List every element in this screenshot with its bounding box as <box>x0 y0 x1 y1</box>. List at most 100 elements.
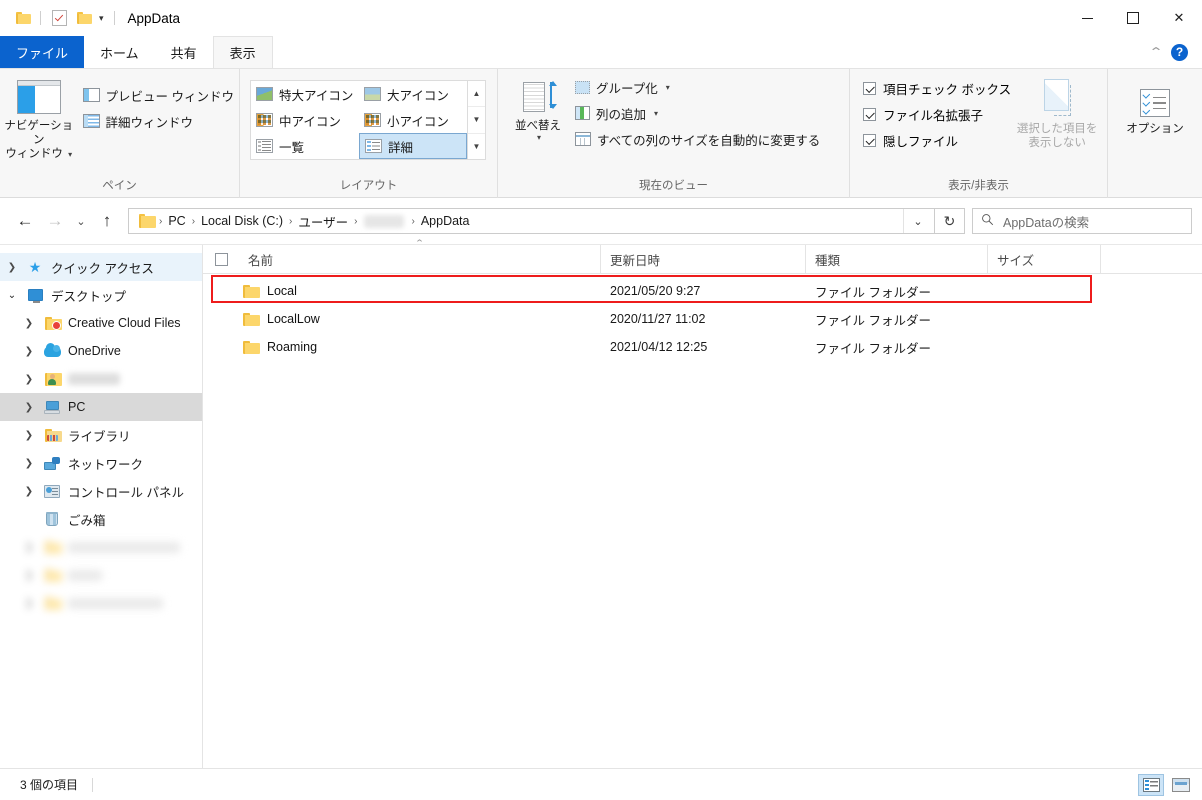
scroll-more-icon[interactable]: ▼ <box>468 132 485 159</box>
column-header-name[interactable]: ⌃ 名前 <box>239 238 601 273</box>
chevron-down-icon[interactable]: ▾ <box>95 13 108 23</box>
column-header-label: 更新日時 <box>610 253 661 268</box>
back-button[interactable]: ← <box>10 206 40 236</box>
layout-small-icons[interactable]: 小アイコン <box>359 107 467 133</box>
sidebar-item-libraries[interactable]: ❯ ライブラリ <box>0 421 202 449</box>
new-folder-icon[interactable] <box>71 7 95 29</box>
chevron-right-icon[interactable]: ❯ <box>17 458 41 469</box>
scroll-up-icon[interactable]: ▲ <box>468 81 485 106</box>
column-header-type[interactable]: 種類 <box>806 245 988 273</box>
layout-list[interactable]: 一覧 <box>251 133 359 159</box>
table-row[interactable]: Local 2021/05/20 9:27 ファイル フォルダー <box>203 277 1202 305</box>
sidebar-item-redacted-1[interactable]: ❯ <box>0 533 202 561</box>
help-icon[interactable]: ? <box>1171 43 1188 61</box>
options-button[interactable]: オプション <box>1112 85 1198 136</box>
search-box[interactable]: AppDataの検索 <box>972 208 1192 234</box>
minimize-button[interactable] <box>1064 0 1110 36</box>
details-view-button[interactable] <box>1138 773 1164 796</box>
checkbox-icon[interactable] <box>214 252 228 266</box>
breadcrumb-item-appdata[interactable]: AppData <box>416 214 475 228</box>
sidebar-item-onedrive[interactable]: ❯ OneDrive <box>0 337 202 365</box>
details-pane-button[interactable]: 詳細ウィンドウ <box>78 108 239 134</box>
tab-view[interactable]: 表示 <box>212 36 273 68</box>
sidebar-item-quick-access[interactable]: ❯ ★ クイック アクセス <box>0 253 202 281</box>
sidebar-item-network[interactable]: ❯ ネットワーク <box>0 449 202 477</box>
up-button[interactable]: ↑ <box>92 206 122 236</box>
table-row[interactable]: LocalLow 2020/11/27 11:02 ファイル フォルダー <box>203 305 1202 333</box>
chevron-right-icon[interactable]: ❯ <box>17 486 41 497</box>
chevron-right-icon: ❯ <box>24 569 34 581</box>
tab-home[interactable]: ホーム <box>84 36 155 68</box>
breadcrumb-item-pc[interactable]: PC <box>163 214 190 228</box>
hidden-items-toggle[interactable]: 隠しファイル <box>850 127 1011 153</box>
layout-details[interactable]: 詳細 <box>359 133 467 159</box>
chevron-right-icon[interactable]: ❯ <box>17 346 41 357</box>
layout-medium-icons[interactable]: 中アイコン <box>251 107 359 133</box>
sidebar-item-creative-cloud-files[interactable]: ❯ Creative Cloud Files <box>0 309 202 337</box>
options-label: オプション <box>1126 123 1184 135</box>
navigation-pane-button[interactable]: ナビゲーション ウィンドウ ▾ <box>0 76 78 162</box>
breadcrumb-item-username-redacted[interactable] <box>364 214 405 228</box>
recent-locations-button[interactable]: ⌄ <box>70 206 92 236</box>
group-by-button[interactable]: グループ化 ▾ <box>570 74 825 100</box>
table-row[interactable]: Roaming 2021/04/12 12:25 ファイル フォルダー <box>203 333 1202 361</box>
column-header-size[interactable]: サイズ <box>988 245 1101 273</box>
column-header-label: 名前 <box>248 253 274 268</box>
sidebar-item-redacted-3[interactable]: ❯ <box>0 589 202 617</box>
small-icons-icon <box>364 113 381 127</box>
chevron-right-icon[interactable]: ❯ <box>17 374 41 385</box>
layout-extra-large-icons[interactable]: 特大アイコン <box>251 81 359 107</box>
file-name-cell[interactable]: Roaming <box>203 333 601 361</box>
sidebar-item-redacted-2[interactable]: ❯ <box>0 561 202 589</box>
scroll-down-icon[interactable]: ▼ <box>468 106 485 132</box>
layout-large-icons[interactable]: 大アイコン <box>359 81 467 107</box>
pc-icon <box>41 400 63 414</box>
item-checkboxes-toggle[interactable]: 項目チェック ボックス <box>850 75 1011 101</box>
folder-icon[interactable] <box>10 7 34 29</box>
sidebar-item-desktop[interactable]: ⌄ デスクトップ <box>0 281 202 309</box>
properties-checkbox-icon[interactable] <box>47 7 71 29</box>
checkbox-icon[interactable] <box>863 81 876 95</box>
chevron-right-icon[interactable]: ❯ <box>17 402 41 413</box>
forward-button[interactable]: → <box>40 206 70 236</box>
breadcrumb-dropdown-icon[interactable]: ⌄ <box>903 209 932 233</box>
sidebar-item-user-folder-redacted[interactable]: ❯ <box>0 365 202 393</box>
checkbox-icon[interactable] <box>863 133 876 147</box>
breadcrumb-item-local-disk[interactable]: Local Disk (C:) <box>196 214 288 228</box>
close-button[interactable]: ✕ <box>1156 0 1202 36</box>
layout-gallery-scrollbar[interactable]: ▲ ▼ ▼ <box>467 81 485 159</box>
chevron-up-icon[interactable]: ⌃ <box>1148 45 1163 59</box>
tab-share[interactable]: 共有 <box>155 36 213 68</box>
sort-by-button[interactable]: 並べ替え ▾ <box>506 76 570 142</box>
hide-selected-items-button[interactable]: 選択した項目を 表示しない <box>1015 75 1099 150</box>
sidebar-item-control-panel[interactable]: ❯ コントロール パネル <box>0 477 202 505</box>
search-input[interactable]: AppDataの検索 <box>1003 212 1089 231</box>
sidebar-item-recycle-bin[interactable]: ❯ ごみ箱 <box>0 505 202 533</box>
breadcrumb[interactable]: › PC › Local Disk (C:) › ユーザー › › AppDat… <box>128 208 935 234</box>
size-all-columns-button[interactable]: すべての列のサイズを自動的に変更する <box>570 126 825 152</box>
add-columns-button[interactable]: 列の追加 ▾ <box>570 100 825 126</box>
navigation-pane-icon <box>16 80 61 114</box>
breadcrumb-item-users[interactable]: ユーザー <box>293 212 353 231</box>
maximize-button[interactable] <box>1110 0 1156 36</box>
sidebar-item-pc[interactable]: ❯ PC <box>0 393 202 421</box>
column-header-modified[interactable]: 更新日時 <box>601 245 806 273</box>
chevron-right-icon[interactable]: ❯ <box>17 318 41 329</box>
preview-pane-icon <box>82 88 100 102</box>
file-name-cell[interactable]: LocalLow <box>203 305 601 333</box>
select-all-checkbox-header[interactable] <box>203 245 239 273</box>
refresh-button[interactable]: ↻ <box>935 208 965 234</box>
chevron-right-icon[interactable]: ❯ <box>17 430 41 441</box>
chevron-down-icon[interactable]: ⌄ <box>0 290 24 301</box>
layout-gallery: 特大アイコン 大アイコン 中アイコン 小アイコン 一覧 詳細 ▲ ▼ ▼ <box>250 80 486 160</box>
large-icons-view-button[interactable] <box>1168 774 1194 796</box>
recycle-bin-icon <box>41 511 63 526</box>
checkbox-icon[interactable] <box>863 107 876 121</box>
chevron-right-icon[interactable]: ❯ <box>0 262 24 273</box>
sidebar-item-label-redacted <box>68 373 120 385</box>
file-extensions-toggle[interactable]: ファイル名拡張子 <box>850 101 1011 127</box>
tab-file[interactable]: ファイル <box>0 36 85 68</box>
preview-pane-button[interactable]: プレビュー ウィンドウ <box>78 82 239 108</box>
file-name-cell[interactable]: Local <box>203 277 601 305</box>
size-columns-icon <box>575 132 591 146</box>
